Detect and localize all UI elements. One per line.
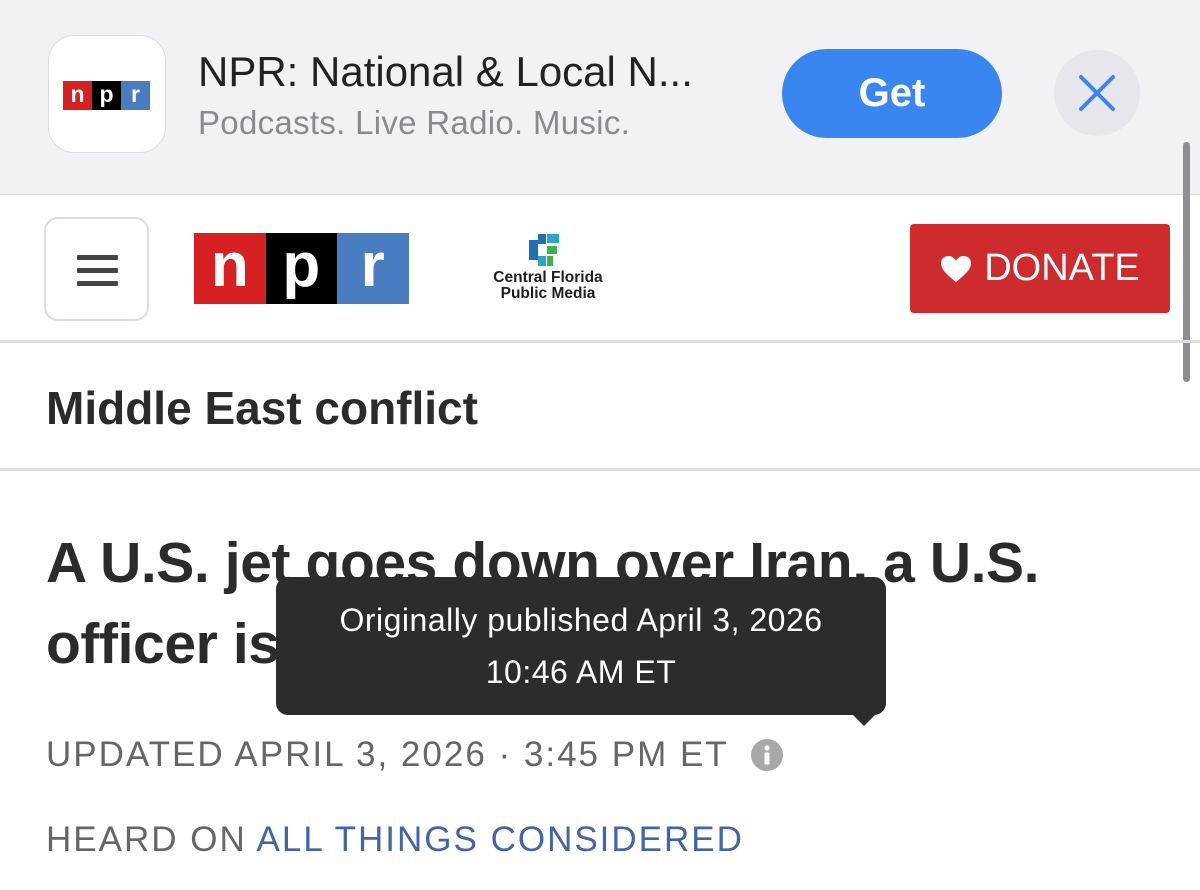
- station-logo-mark-icon: [529, 234, 559, 266]
- heard-on-label: HEARD ON: [46, 820, 247, 859]
- menu-button[interactable]: [44, 217, 149, 321]
- section-row: Middle East conflict: [0, 343, 1200, 471]
- heard-on: HEARD ON ALL THINGS CONSIDERED: [46, 820, 744, 860]
- tooltip-line-1: Originally published April 3, 2026: [339, 602, 823, 638]
- close-icon: [1079, 75, 1115, 111]
- close-banner-button[interactable]: [1054, 50, 1140, 136]
- section-label[interactable]: Middle East conflict: [46, 381, 478, 435]
- info-icon[interactable]: [750, 739, 783, 771]
- tooltip-arrow: [852, 714, 876, 726]
- station-name: Central Florida Public Media: [493, 269, 603, 302]
- article-dateline: UPDATED APRIL 3, 2026 · 3:45 PM ET: [46, 735, 783, 775]
- donate-label: DONATE: [984, 247, 1140, 289]
- get-app-button[interactable]: Get: [782, 49, 1002, 138]
- donate-button[interactable]: DONATE: [910, 224, 1170, 313]
- site-header: n p r Central Florida Public Media DONAT…: [0, 196, 1200, 343]
- npr-app-icon[interactable]: n p r: [48, 35, 166, 153]
- app-subtitle: Podcasts. Live Radio. Music.: [198, 104, 631, 141]
- app-title: NPR: National & Local N...: [198, 48, 693, 95]
- smart-app-banner: n p r NPR: National & Local N... Podcast…: [0, 0, 1200, 195]
- program-link[interactable]: ALL THINGS CONSIDERED: [257, 820, 744, 859]
- npr-logo[interactable]: n p r: [194, 233, 409, 304]
- published-tooltip: Originally published April 3, 2026 10:46…: [276, 577, 886, 715]
- heart-icon: [941, 255, 972, 282]
- tooltip-line-2: 10:46 AM ET: [485, 654, 677, 690]
- updated-date: UPDATED APRIL 3, 2026 · 3:45 PM ET: [46, 735, 729, 774]
- npr-app-icon-logo: n p r: [63, 81, 150, 110]
- station-logo[interactable]: Central Florida Public Media: [478, 234, 618, 306]
